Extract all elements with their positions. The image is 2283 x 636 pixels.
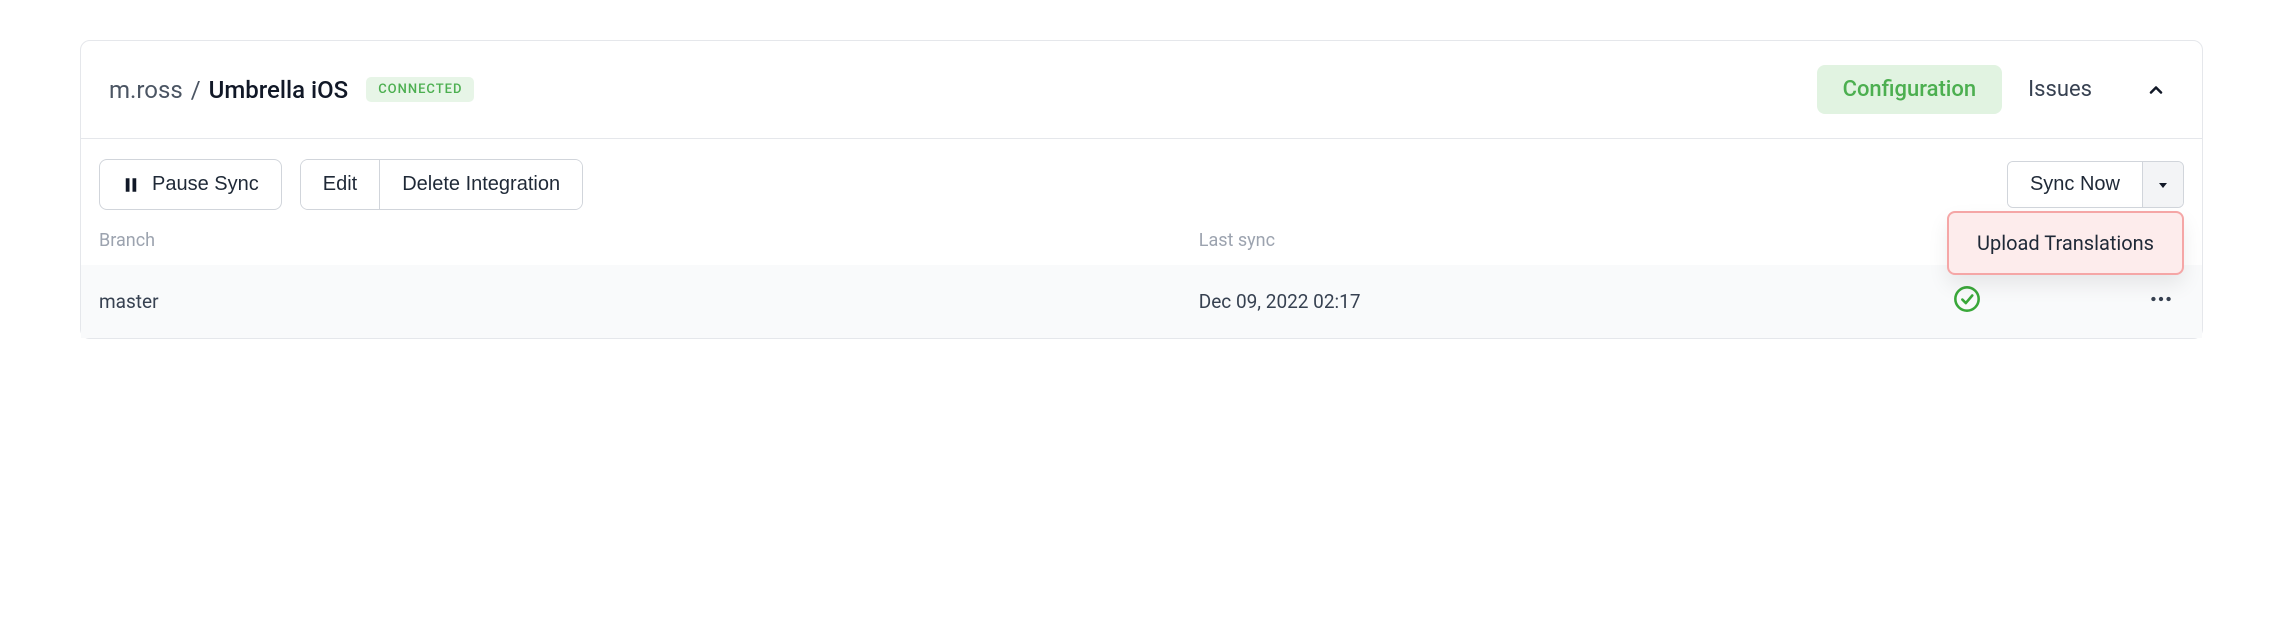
sync-now-dropdown-toggle[interactable] <box>2142 162 2183 207</box>
edit-button[interactable]: Edit <box>301 160 379 209</box>
column-header-last-sync: Last sync <box>1199 230 1863 251</box>
toolbar: Pause Sync Edit Delete Integration Sync … <box>81 139 2202 230</box>
panel-header: m.ross / Umbrella iOS CONNECTED Configur… <box>81 41 2202 139</box>
caret-down-icon <box>2157 179 2169 191</box>
pause-sync-button[interactable]: Pause Sync <box>99 159 282 210</box>
sync-now-group: Sync Now <box>2007 161 2184 208</box>
cell-actions <box>2070 286 2174 317</box>
column-header-branch: Branch <box>99 230 1199 251</box>
pause-sync-label: Pause Sync <box>152 173 259 196</box>
breadcrumb-project: Umbrella iOS <box>209 76 349 104</box>
sync-dropdown-menu: Upload Translations <box>1947 211 2184 275</box>
sync-now-button[interactable]: Sync Now <box>2008 162 2142 207</box>
cell-last-sync: Dec 09, 2022 02:17 <box>1199 290 1863 313</box>
edit-delete-group: Edit Delete Integration <box>300 159 583 210</box>
pause-icon <box>122 176 140 194</box>
header-tabs: Configuration Issues <box>1817 65 2174 114</box>
check-circle-icon <box>1953 285 1981 313</box>
table-row: master Dec 09, 2022 02:17 <box>81 265 2202 338</box>
collapse-button[interactable] <box>2138 72 2174 108</box>
breadcrumb: m.ross / Umbrella iOS CONNECTED <box>109 76 1817 104</box>
status-badge: CONNECTED <box>366 77 474 102</box>
cell-status <box>1863 285 2071 318</box>
tab-configuration[interactable]: Configuration <box>1817 65 2003 114</box>
integration-panel: m.ross / Umbrella iOS CONNECTED Configur… <box>80 40 2203 339</box>
breadcrumb-separator: / <box>191 76 201 104</box>
table-header: Branch Last sync <box>81 230 2202 265</box>
tab-issues[interactable]: Issues <box>2002 65 2118 114</box>
breadcrumb-owner: m.ross <box>109 76 183 104</box>
chevron-up-icon <box>2146 80 2166 100</box>
cell-branch: master <box>99 290 1199 313</box>
more-horizontal-icon[interactable] <box>2148 286 2174 312</box>
delete-integration-button[interactable]: Delete Integration <box>379 160 582 209</box>
upload-translations-item[interactable]: Upload Translations <box>1949 213 2182 273</box>
